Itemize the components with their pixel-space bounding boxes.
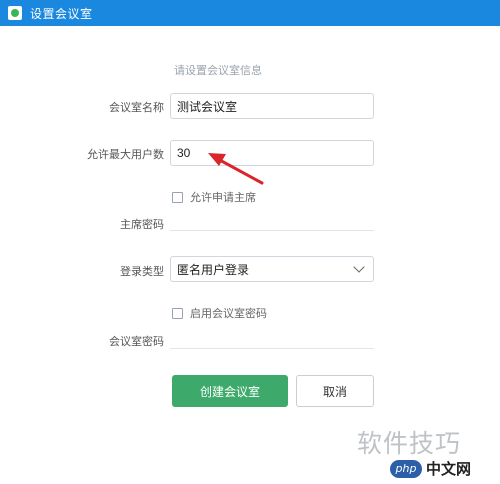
title-bar: 设置会议室 bbox=[0, 0, 500, 26]
room-password-label: 会议室密码 bbox=[109, 336, 164, 348]
watermark-text: 软件技巧 bbox=[357, 429, 462, 458]
login-type-value: 匿名用户登录 bbox=[177, 262, 250, 277]
max-users-label: 允许最大用户数 bbox=[87, 149, 164, 161]
form-section-title: 请设置会议室信息 bbox=[174, 65, 262, 77]
watermark-logo: php 中文网 bbox=[390, 458, 471, 479]
watermark-site: 中文网 bbox=[426, 460, 472, 478]
host-password-label: 主席密码 bbox=[120, 219, 164, 231]
cancel-button[interactable]: 取消 bbox=[296, 375, 374, 407]
enable-room-password-checkbox[interactable] bbox=[172, 307, 183, 319]
allow-apply-host-checkbox[interactable] bbox=[172, 191, 183, 203]
room-password-input[interactable] bbox=[170, 325, 374, 349]
enable-room-password-option[interactable]: 启用会议室密码 bbox=[172, 305, 267, 321]
host-password-input[interactable] bbox=[170, 207, 374, 231]
app-icon bbox=[8, 6, 22, 20]
allow-apply-host-option[interactable]: 允许申请主席 bbox=[172, 189, 256, 205]
login-type-select[interactable]: 匿名用户登录 bbox=[170, 256, 374, 282]
php-badge: php bbox=[390, 459, 422, 478]
login-type-label: 登录类型 bbox=[120, 266, 164, 278]
enable-room-password-label: 启用会议室密码 bbox=[190, 308, 267, 320]
max-users-input[interactable]: 30 bbox=[170, 140, 374, 166]
window-title: 设置会议室 bbox=[30, 6, 93, 21]
create-room-button[interactable]: 创建会议室 bbox=[172, 375, 288, 407]
room-name-input[interactable]: 测试会议室 bbox=[170, 93, 374, 119]
chevron-down-icon bbox=[353, 261, 365, 273]
room-name-label: 会议室名称 bbox=[109, 102, 164, 114]
allow-apply-host-label: 允许申请主席 bbox=[190, 192, 256, 204]
